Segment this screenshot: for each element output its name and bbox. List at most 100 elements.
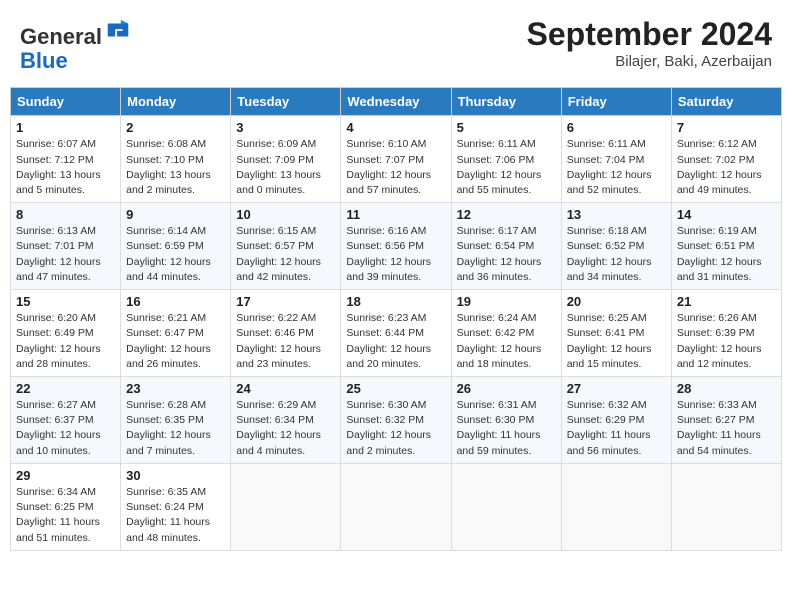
calendar-cell: 4 Sunrise: 6:10 AMSunset: 7:07 PMDaylight… xyxy=(341,116,451,203)
calendar-cell: 6 Sunrise: 6:11 AMSunset: 7:04 PMDaylight… xyxy=(561,116,671,203)
calendar-cell: 15 Sunrise: 6:20 AMSunset: 6:49 PMDayligh… xyxy=(11,290,121,377)
day-info: Sunrise: 6:11 AMSunset: 7:04 PMDaylight:… xyxy=(567,137,666,198)
day-info: Sunrise: 6:22 AMSunset: 6:46 PMDaylight:… xyxy=(236,311,335,372)
calendar-cell: 8 Sunrise: 6:13 AMSunset: 7:01 PMDaylight… xyxy=(11,203,121,290)
day-info: Sunrise: 6:19 AMSunset: 6:51 PMDaylight:… xyxy=(677,224,776,285)
calendar-cell: 24 Sunrise: 6:29 AMSunset: 6:34 PMDayligh… xyxy=(231,377,341,464)
day-number: 17 xyxy=(236,294,335,309)
calendar-cell: 25 Sunrise: 6:30 AMSunset: 6:32 PMDayligh… xyxy=(341,377,451,464)
day-number: 18 xyxy=(346,294,445,309)
day-info: Sunrise: 6:34 AMSunset: 6:25 PMDaylight:… xyxy=(16,485,115,546)
day-info: Sunrise: 6:12 AMSunset: 7:02 PMDaylight:… xyxy=(677,137,776,198)
calendar-cell: 22Sunrise: 6:27 AMSunset: 6:37 PMDayligh… xyxy=(11,377,121,464)
day-info: Sunrise: 6:17 AMSunset: 6:54 PMDaylight:… xyxy=(457,224,556,285)
calendar-cell: 19 Sunrise: 6:24 AMSunset: 6:42 PMDayligh… xyxy=(451,290,561,377)
day-info: Sunrise: 6:21 AMSunset: 6:47 PMDaylight:… xyxy=(126,311,225,372)
day-number: 25 xyxy=(346,381,445,396)
day-info: Sunrise: 6:25 AMSunset: 6:41 PMDaylight:… xyxy=(567,311,666,372)
day-info: Sunrise: 6:33 AMSunset: 6:27 PMDaylight:… xyxy=(677,398,776,459)
day-info: Sunrise: 6:15 AMSunset: 6:57 PMDaylight:… xyxy=(236,224,335,285)
page-header: General Blue September 2024 Bilajer, Bak… xyxy=(10,10,782,79)
calendar-cell: 21 Sunrise: 6:26 AMSunset: 6:39 PMDayligh… xyxy=(671,290,781,377)
day-number: 1 xyxy=(16,120,115,135)
day-info: Sunrise: 6:31 AMSunset: 6:30 PMDaylight:… xyxy=(457,398,556,459)
calendar-cell xyxy=(451,463,561,550)
calendar-cell: 27 Sunrise: 6:32 AMSunset: 6:29 PMDayligh… xyxy=(561,377,671,464)
day-info: Sunrise: 6:10 AMSunset: 7:07 PMDaylight:… xyxy=(346,137,445,198)
calendar-cell: 20 Sunrise: 6:25 AMSunset: 6:41 PMDayligh… xyxy=(561,290,671,377)
day-info: Sunrise: 6:07 AMSunset: 7:12 PMDaylight:… xyxy=(16,137,115,198)
calendar-cell xyxy=(671,463,781,550)
day-info: Sunrise: 6:16 AMSunset: 6:56 PMDaylight:… xyxy=(346,224,445,285)
day-number: 24 xyxy=(236,381,335,396)
day-info: Sunrise: 6:28 AMSunset: 6:35 PMDaylight:… xyxy=(126,398,225,459)
title-block: September 2024 Bilajer, Baki, Azerbaijan xyxy=(527,16,772,70)
day-number: 22 xyxy=(16,381,115,396)
day-number: 20 xyxy=(567,294,666,309)
calendar-cell: 28 Sunrise: 6:33 AMSunset: 6:27 PMDayligh… xyxy=(671,377,781,464)
day-number: 3 xyxy=(236,120,335,135)
day-number: 19 xyxy=(457,294,556,309)
day-info: Sunrise: 6:35 AMSunset: 6:24 PMDaylight:… xyxy=(126,485,225,546)
calendar-cell: 29 Sunrise: 6:34 AMSunset: 6:25 PMDayligh… xyxy=(11,463,121,550)
calendar-week-row: 8 Sunrise: 6:13 AMSunset: 7:01 PMDaylight… xyxy=(11,203,782,290)
day-number: 14 xyxy=(677,207,776,222)
day-number: 15 xyxy=(16,294,115,309)
calendar-cell: 30 Sunrise: 6:35 AMSunset: 6:24 PMDayligh… xyxy=(121,463,231,550)
calendar-cell xyxy=(561,463,671,550)
col-header-tuesday: Tuesday xyxy=(231,88,341,116)
calendar-week-row: 1 Sunrise: 6:07 AMSunset: 7:12 PMDaylight… xyxy=(11,116,782,203)
day-info: Sunrise: 6:29 AMSunset: 6:34 PMDaylight:… xyxy=(236,398,335,459)
day-number: 4 xyxy=(346,120,445,135)
logo-general-text: General xyxy=(20,24,102,49)
day-number: 30 xyxy=(126,468,225,483)
col-header-monday: Monday xyxy=(121,88,231,116)
calendar-cell: 14 Sunrise: 6:19 AMSunset: 6:51 PMDayligh… xyxy=(671,203,781,290)
calendar-week-row: 29 Sunrise: 6:34 AMSunset: 6:25 PMDayligh… xyxy=(11,463,782,550)
day-number: 6 xyxy=(567,120,666,135)
day-number: 5 xyxy=(457,120,556,135)
day-info: Sunrise: 6:32 AMSunset: 6:29 PMDaylight:… xyxy=(567,398,666,459)
logo: General Blue xyxy=(20,16,132,73)
day-info: Sunrise: 6:11 AMSunset: 7:06 PMDaylight:… xyxy=(457,137,556,198)
logo-icon xyxy=(104,16,132,44)
calendar-cell: 17 Sunrise: 6:22 AMSunset: 6:46 PMDayligh… xyxy=(231,290,341,377)
calendar-cell xyxy=(341,463,451,550)
day-number: 29 xyxy=(16,468,115,483)
calendar-cell: 12 Sunrise: 6:17 AMSunset: 6:54 PMDayligh… xyxy=(451,203,561,290)
day-number: 8 xyxy=(16,207,115,222)
calendar-cell: 2Sunrise: 6:08 AMSunset: 7:10 PMDaylight… xyxy=(121,116,231,203)
calendar-cell: 10Sunrise: 6:15 AMSunset: 6:57 PMDayligh… xyxy=(231,203,341,290)
day-info: Sunrise: 6:30 AMSunset: 6:32 PMDaylight:… xyxy=(346,398,445,459)
col-header-wednesday: Wednesday xyxy=(341,88,451,116)
day-number: 27 xyxy=(567,381,666,396)
day-info: Sunrise: 6:24 AMSunset: 6:42 PMDaylight:… xyxy=(457,311,556,372)
logo-blue-text: Blue xyxy=(20,48,68,73)
day-info: Sunrise: 6:14 AMSunset: 6:59 PMDaylight:… xyxy=(126,224,225,285)
calendar-cell: 5 Sunrise: 6:11 AMSunset: 7:06 PMDaylight… xyxy=(451,116,561,203)
day-info: Sunrise: 6:18 AMSunset: 6:52 PMDaylight:… xyxy=(567,224,666,285)
day-number: 12 xyxy=(457,207,556,222)
day-info: Sunrise: 6:13 AMSunset: 7:01 PMDaylight:… xyxy=(16,224,115,285)
day-number: 16 xyxy=(126,294,225,309)
calendar-cell: 1 Sunrise: 6:07 AMSunset: 7:12 PMDaylight… xyxy=(11,116,121,203)
calendar-cell: 18 Sunrise: 6:23 AMSunset: 6:44 PMDayligh… xyxy=(341,290,451,377)
location: Bilajer, Baki, Azerbaijan xyxy=(527,53,772,70)
day-info: Sunrise: 6:26 AMSunset: 6:39 PMDaylight:… xyxy=(677,311,776,372)
day-number: 21 xyxy=(677,294,776,309)
col-header-thursday: Thursday xyxy=(451,88,561,116)
calendar-cell: 3Sunrise: 6:09 AMSunset: 7:09 PMDaylight… xyxy=(231,116,341,203)
day-number: 23 xyxy=(126,381,225,396)
calendar-week-row: 15 Sunrise: 6:20 AMSunset: 6:49 PMDayligh… xyxy=(11,290,782,377)
day-number: 7 xyxy=(677,120,776,135)
day-info: Sunrise: 6:23 AMSunset: 6:44 PMDaylight:… xyxy=(346,311,445,372)
calendar-cell xyxy=(231,463,341,550)
month-year: September 2024 xyxy=(527,16,772,53)
col-header-friday: Friday xyxy=(561,88,671,116)
day-info: Sunrise: 6:20 AMSunset: 6:49 PMDaylight:… xyxy=(16,311,115,372)
day-number: 26 xyxy=(457,381,556,396)
calendar-cell: 23 Sunrise: 6:28 AMSunset: 6:35 PMDayligh… xyxy=(121,377,231,464)
day-number: 28 xyxy=(677,381,776,396)
calendar-cell: 26 Sunrise: 6:31 AMSunset: 6:30 PMDayligh… xyxy=(451,377,561,464)
calendar-cell: 16 Sunrise: 6:21 AMSunset: 6:47 PMDayligh… xyxy=(121,290,231,377)
